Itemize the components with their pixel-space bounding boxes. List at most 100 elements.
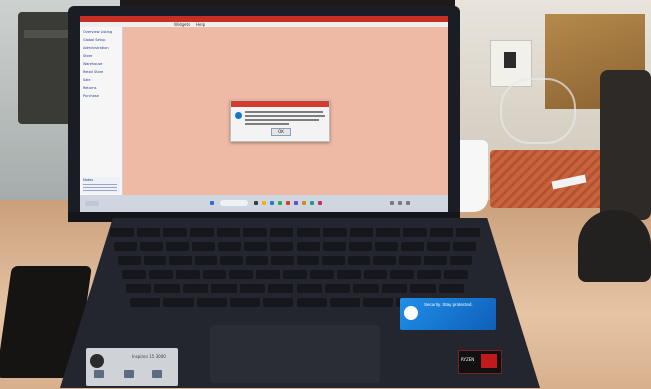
keyboard-key[interactable] xyxy=(229,298,261,307)
keyboard-key[interactable] xyxy=(363,270,388,279)
keyboard-key[interactable] xyxy=(244,242,268,251)
keyboard-key[interactable] xyxy=(126,284,152,293)
keyboard-key[interactable] xyxy=(347,256,370,265)
keyboard-key[interactable] xyxy=(194,256,217,265)
keyboard-key[interactable] xyxy=(136,228,161,237)
keyboard-key[interactable] xyxy=(398,256,421,265)
keyboard-key[interactable] xyxy=(175,270,200,279)
keyboard-key[interactable] xyxy=(323,228,347,237)
app-icon[interactable] xyxy=(286,201,290,205)
keyboard-key[interactable] xyxy=(130,298,161,307)
app-icon[interactable] xyxy=(294,201,298,205)
taskbar-search[interactable] xyxy=(220,200,248,206)
keyboard-key[interactable] xyxy=(373,256,396,265)
nav-item[interactable]: Overview Listing xyxy=(83,30,112,34)
nav-item[interactable]: Administration xyxy=(83,46,109,50)
keyboard-key[interactable] xyxy=(114,242,138,251)
keyboard-key[interactable] xyxy=(410,284,436,293)
keyboard-key[interactable] xyxy=(202,270,227,279)
keyboard-key[interactable] xyxy=(118,256,141,265)
keyboard-key[interactable] xyxy=(192,242,216,251)
keyboard-key[interactable] xyxy=(417,270,442,279)
keyboard-key[interactable] xyxy=(363,298,394,307)
keyboard-key[interactable] xyxy=(163,298,194,307)
keyboard-key[interactable] xyxy=(390,270,415,279)
keyboard-key[interactable] xyxy=(296,256,319,265)
keyboard-key[interactable] xyxy=(256,270,281,279)
weather-widget[interactable] xyxy=(85,201,99,206)
nav-item[interactable]: Global Setup xyxy=(83,38,105,42)
keyboard-key[interactable] xyxy=(283,270,307,279)
keyboard-key[interactable] xyxy=(229,270,254,279)
keyboard-key[interactable] xyxy=(218,242,242,251)
keyboard-key[interactable] xyxy=(243,228,267,237)
keyboard-key[interactable] xyxy=(403,228,427,237)
nav-item[interactable]: Retail Store xyxy=(83,70,103,74)
keyboard-key[interactable] xyxy=(329,298,361,307)
keyboard-key[interactable] xyxy=(122,270,146,279)
keyboard-key[interactable] xyxy=(424,256,447,265)
keyboard-key[interactable] xyxy=(376,228,401,237)
keyboard-key[interactable] xyxy=(140,242,164,251)
keyboard-key[interactable] xyxy=(245,256,268,265)
keyboard-key[interactable] xyxy=(216,228,241,237)
task-view-icon[interactable] xyxy=(254,201,258,205)
ok-button[interactable]: OK xyxy=(271,128,291,136)
nav-item[interactable]: Sale xyxy=(83,78,91,82)
keyboard-key[interactable] xyxy=(182,284,209,293)
keyboard-key[interactable] xyxy=(143,256,166,265)
keyboard-key[interactable] xyxy=(269,228,294,237)
nav-item[interactable]: Purchase xyxy=(83,94,99,98)
nav-item[interactable]: Warehouse xyxy=(83,62,102,66)
keyboard-key[interactable] xyxy=(296,298,327,307)
keyboard-key[interactable] xyxy=(444,270,468,279)
file-explorer-icon[interactable] xyxy=(262,201,266,205)
keyboard-key[interactable] xyxy=(148,270,173,279)
keyboard-key[interactable] xyxy=(374,242,398,251)
keyboard-key[interactable] xyxy=(169,256,192,265)
keyboard-key[interactable] xyxy=(381,284,408,293)
app-icon[interactable] xyxy=(302,201,306,205)
keyboard-key[interactable] xyxy=(189,228,214,237)
keyboard-key[interactable] xyxy=(309,270,334,279)
keyboard-key[interactable] xyxy=(163,228,187,237)
keyboard-key[interactable] xyxy=(211,284,237,293)
edge-icon[interactable] xyxy=(270,201,274,205)
keyboard-key[interactable] xyxy=(400,242,424,251)
wifi-icon[interactable] xyxy=(398,201,402,205)
app-icon[interactable] xyxy=(310,201,314,205)
nav-item[interactable]: Returns xyxy=(83,86,96,90)
keyboard-key[interactable] xyxy=(349,228,374,237)
keyboard-key[interactable] xyxy=(429,228,454,237)
keyboard-key[interactable] xyxy=(324,284,351,293)
keyboard-key[interactable] xyxy=(296,242,320,251)
keyboard-key[interactable] xyxy=(263,298,294,307)
keyboard-key[interactable] xyxy=(456,228,480,237)
keyboard-key[interactable] xyxy=(268,284,294,293)
keyboard-key[interactable] xyxy=(452,242,476,251)
keyboard-key[interactable] xyxy=(322,242,346,251)
keyboard-key[interactable] xyxy=(426,242,450,251)
app-icon[interactable] xyxy=(318,201,322,205)
keyboard-key[interactable] xyxy=(353,284,379,293)
keyboard-key[interactable] xyxy=(296,228,321,237)
nav-item[interactable]: Store xyxy=(83,54,92,58)
keyboard-key[interactable] xyxy=(336,270,361,279)
keyboard-key[interactable] xyxy=(196,298,227,307)
keyboard-key[interactable] xyxy=(322,256,345,265)
keyboard-key[interactable] xyxy=(166,242,190,251)
keyboard-key[interactable] xyxy=(271,256,294,265)
keyboard-key[interactable] xyxy=(220,256,243,265)
tray-icon[interactable] xyxy=(390,201,394,205)
volume-icon[interactable] xyxy=(406,201,410,205)
keyboard-key[interactable] xyxy=(348,242,372,251)
start-icon[interactable] xyxy=(210,201,214,205)
keyboard-key[interactable] xyxy=(154,284,180,293)
keyboard-key[interactable] xyxy=(270,242,294,251)
keyboard-key[interactable] xyxy=(449,256,472,265)
chrome-icon[interactable] xyxy=(278,201,282,205)
keyboard-key[interactable] xyxy=(296,284,322,293)
keyboard-key[interactable] xyxy=(239,284,266,293)
keyboard-key[interactable] xyxy=(438,284,464,293)
keyboard-key[interactable] xyxy=(110,228,134,237)
